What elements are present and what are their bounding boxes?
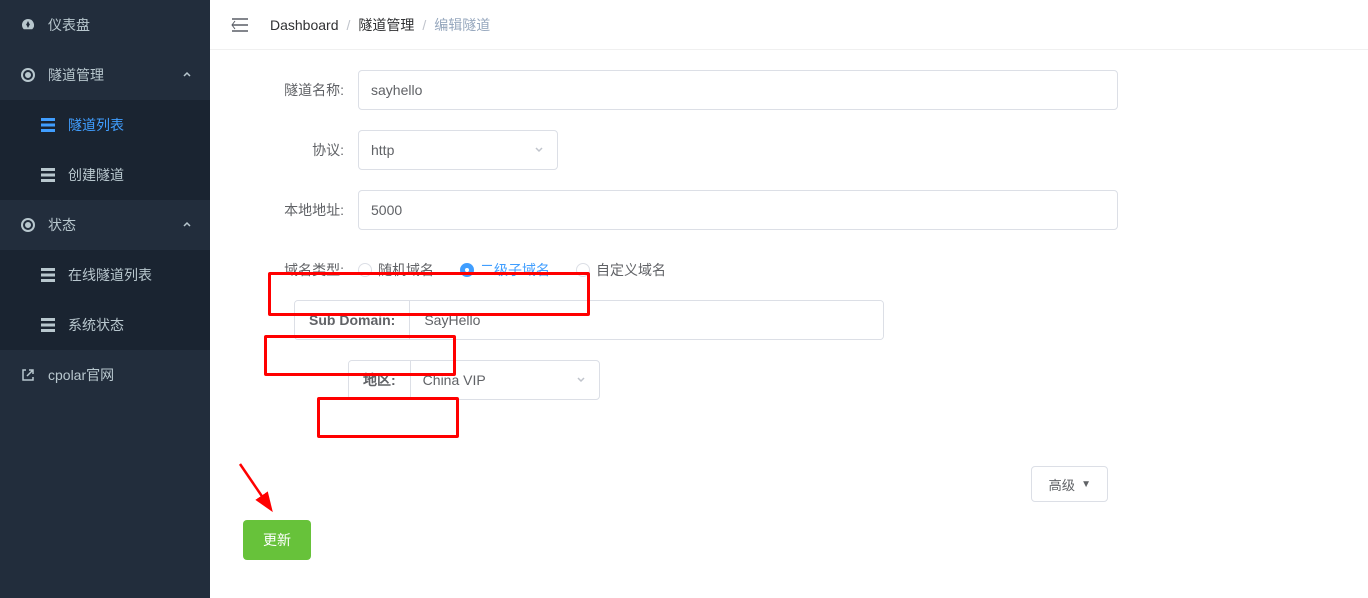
sidebar-item-label: cpolar官网 — [48, 365, 114, 385]
select-protocol-value: http — [371, 142, 394, 158]
radio-label: 随机域名 — [378, 260, 434, 280]
chevron-up-icon — [182, 220, 192, 230]
select-protocol[interactable]: http — [358, 130, 558, 170]
radio-custom-domain[interactable]: 自定义域名 — [576, 260, 666, 280]
tunnel-icon — [20, 67, 36, 83]
radio-label: 自定义域名 — [596, 260, 666, 280]
sidebar-item-cpolar-site[interactable]: cpolar官网 — [0, 350, 210, 400]
breadcrumb-dashboard[interactable]: Dashboard — [270, 17, 339, 33]
select-region[interactable]: China VIP — [411, 361, 599, 399]
list-icon — [40, 167, 56, 183]
input-sub-domain[interactable] — [410, 301, 883, 339]
radio-circle-icon — [358, 263, 372, 277]
breadcrumb-sep: / — [422, 17, 426, 33]
advanced-button[interactable]: 高级 ▼ — [1031, 466, 1108, 502]
sidebar-item-label: 仪表盘 — [48, 15, 90, 35]
main-panel: Dashboard / 隧道管理 / 编辑隧道 隧道名称: 协议: http 本… — [210, 0, 1368, 598]
radio-group-domain-type: 随机域名 二级子域名 自定义域名 — [358, 260, 666, 280]
update-button[interactable]: 更新 — [243, 520, 311, 560]
sidebar-item-tunnel-list[interactable]: 隧道列表 — [0, 100, 210, 150]
label-region: 地区: — [349, 361, 411, 399]
input-local-addr[interactable] — [358, 190, 1118, 230]
label-protocol: 协议: — [240, 140, 358, 160]
radio-label: 二级子域名 — [480, 260, 550, 280]
sidebar: 仪表盘 隧道管理 隧道列表 创建隧道 状态 在线隧道 — [0, 0, 210, 598]
sidebar-item-label: 隧道列表 — [68, 115, 124, 135]
list-icon — [40, 317, 56, 333]
sidebar-item-status[interactable]: 状态 — [0, 200, 210, 250]
topbar: Dashboard / 隧道管理 / 编辑隧道 — [210, 0, 1368, 50]
row-local-addr: 本地地址: — [240, 190, 1338, 230]
label-local-addr: 本地地址: — [240, 200, 358, 220]
update-label: 更新 — [263, 532, 291, 548]
sidebar-item-label: 系统状态 — [68, 315, 124, 335]
breadcrumb-tunnel-mgmt[interactable]: 隧道管理 — [358, 15, 414, 35]
radio-random-domain[interactable]: 随机域名 — [358, 260, 434, 280]
row-region: 地区: China VIP — [348, 360, 600, 400]
sidebar-item-label: 状态 — [48, 215, 76, 235]
row-sub-domain: Sub Domain: — [294, 300, 884, 340]
sidebar-item-label: 创建隧道 — [68, 165, 124, 185]
external-link-icon — [20, 367, 36, 383]
radio-subdomain[interactable]: 二级子域名 — [460, 260, 550, 280]
chevron-up-icon — [182, 70, 192, 80]
chevron-down-icon — [533, 143, 545, 158]
label-sub-domain: Sub Domain: — [295, 301, 410, 339]
radio-circle-icon — [460, 263, 474, 277]
sidebar-item-online-tunnels[interactable]: 在线隧道列表 — [0, 250, 210, 300]
hamburger-icon[interactable] — [230, 15, 250, 35]
sidebar-item-create-tunnel[interactable]: 创建隧道 — [0, 150, 210, 200]
radio-circle-icon — [576, 263, 590, 277]
label-domain-type: 域名类型: — [240, 260, 358, 280]
row-domain-type: 域名类型: 随机域名 二级子域名 自定义域名 — [240, 260, 1338, 280]
status-icon — [20, 217, 36, 233]
list-icon — [40, 267, 56, 283]
form-content: 隧道名称: 协议: http 本地地址: 域名类型: 随机域名 — [210, 50, 1368, 450]
chevron-down-icon — [575, 372, 587, 388]
breadcrumb-sep: / — [347, 17, 351, 33]
row-protocol: 协议: http — [240, 130, 1338, 170]
row-tunnel-name: 隧道名称: — [240, 70, 1338, 110]
caret-down-icon: ▼ — [1081, 479, 1091, 490]
label-tunnel-name: 隧道名称: — [240, 80, 358, 100]
input-tunnel-name[interactable] — [358, 70, 1118, 110]
sidebar-item-dashboard[interactable]: 仪表盘 — [0, 0, 210, 50]
breadcrumb: Dashboard / 隧道管理 / 编辑隧道 — [270, 15, 490, 35]
advanced-label: 高级 — [1048, 475, 1075, 494]
sidebar-item-tunnel-mgmt[interactable]: 隧道管理 — [0, 50, 210, 100]
dashboard-icon — [20, 17, 36, 33]
breadcrumb-edit-tunnel: 编辑隧道 — [434, 15, 490, 35]
sidebar-item-system-status[interactable]: 系统状态 — [0, 300, 210, 350]
sidebar-item-label: 隧道管理 — [48, 65, 104, 85]
select-region-value: China VIP — [423, 372, 486, 388]
sidebar-item-label: 在线隧道列表 — [68, 265, 152, 285]
list-icon — [40, 117, 56, 133]
